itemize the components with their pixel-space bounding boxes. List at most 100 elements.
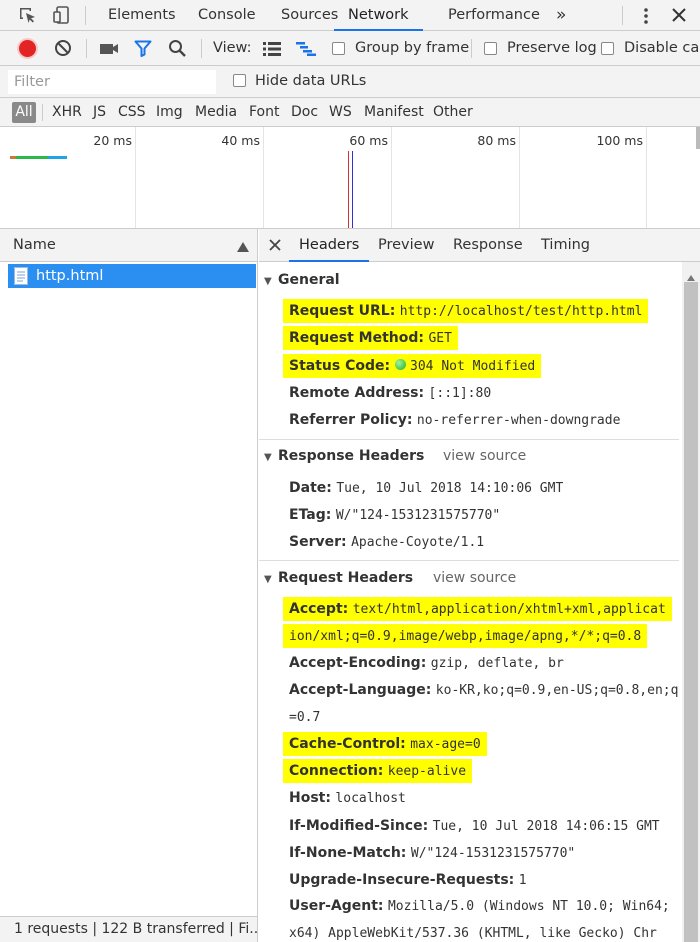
- header-key: Connection:: [289, 763, 384, 779]
- scroll-up-arrow-icon[interactable]: [687, 269, 695, 281]
- close-icon[interactable]: [671, 7, 687, 23]
- hide-data-urls-checkbox[interactable]: [233, 74, 246, 87]
- highlight-box: Connection: keep-alive: [283, 759, 473, 783]
- request-header-user-agent: User-Agent: Mozilla/5.0 (Windows NT 10.0…: [289, 897, 670, 916]
- header-value: =0.7: [289, 710, 321, 725]
- document-file-icon: [14, 267, 28, 285]
- view-label: View:: [213, 40, 252, 56]
- header-value: x64) AppleWebKit/537.36 (KHTML, like Gec…: [289, 926, 657, 941]
- request-row[interactable]: http.html: [8, 264, 256, 288]
- request-headers-title: Request Headers: [278, 570, 414, 586]
- tab-elements[interactable]: Elements: [108, 0, 176, 31]
- tab-performance[interactable]: Performance: [448, 0, 540, 31]
- tab-timing[interactable]: Timing: [541, 229, 590, 262]
- disable-cache-label: Disable cac: [624, 40, 700, 56]
- clear-icon[interactable]: [54, 39, 72, 57]
- overview-tick-label: 80 ms: [477, 133, 516, 148]
- request-headers-section-toggle[interactable]: ▼ Request Headers: [264, 570, 413, 586]
- resource-type-filters: All XHR JS CSS Img Media Font Doc WS Man…: [0, 98, 700, 127]
- kebab-menu-icon[interactable]: [640, 6, 652, 26]
- request-header-accept-language: Accept-Language: ko-KR,ko;q=0.9,en-US;q=…: [289, 681, 678, 700]
- details-scrollbar[interactable]: [682, 262, 700, 942]
- highlight-box: Request Method: GET: [283, 326, 458, 350]
- inspect-element-icon[interactable]: [18, 6, 38, 26]
- network-overview-timeline[interactable]: 20 ms 40 ms 60 ms 80 ms 100 ms: [0, 127, 700, 229]
- request-header-host: Host: localhost: [289, 789, 406, 808]
- header-key: ETag:: [289, 507, 332, 523]
- dom-content-loaded-marker: [352, 151, 353, 228]
- sort-ascending-icon[interactable]: [237, 240, 249, 252]
- tab-network[interactable]: Network: [334, 0, 423, 31]
- large-rows-icon[interactable]: [263, 42, 281, 56]
- header-value: 304 Not Modified: [410, 359, 536, 374]
- header-key: If-Modified-Since:: [289, 818, 429, 834]
- highlight-box: Cache-Control: max-age=0: [283, 732, 487, 756]
- header-key: Remote Address:: [289, 385, 425, 401]
- type-filter-other[interactable]: Other: [433, 98, 473, 127]
- general-section-title: General: [278, 272, 340, 288]
- header-key: Status Code:: [289, 358, 391, 374]
- header-value: http://localhost/test/http.html: [399, 304, 643, 319]
- type-filter-img[interactable]: Img: [156, 98, 183, 127]
- header-value: Tue, 10 Jul 2018 14:10:06 GMT: [336, 481, 564, 496]
- general-remote-address: Remote Address: [::1]:80: [289, 384, 491, 403]
- type-filter-ws[interactable]: WS: [329, 98, 352, 127]
- type-filter-doc[interactable]: Doc: [291, 98, 318, 127]
- type-filter-manifest[interactable]: Manifest: [364, 98, 424, 127]
- overview-tick-label: 60 ms: [349, 133, 388, 148]
- general-section-toggle[interactable]: ▼ General: [264, 272, 340, 288]
- group-by-frame-checkbox[interactable]: [332, 42, 345, 55]
- highlight-box: Request URL: http://localhost/test/http.…: [283, 299, 649, 323]
- general-status-code: Status Code: 304 Not Modified: [283, 354, 542, 378]
- tab-sources[interactable]: Sources: [281, 0, 338, 31]
- request-header-if-none-match: If-None-Match: W/"124-1531231575770": [289, 844, 575, 863]
- type-filter-font[interactable]: Font: [249, 98, 279, 127]
- screenshot-camera-icon[interactable]: [99, 41, 119, 56]
- general-referrer-policy: Referrer Policy: no-referrer-when-downgr…: [289, 411, 620, 430]
- type-filter-js[interactable]: JS: [93, 98, 106, 127]
- request-name: http.html: [36, 268, 104, 284]
- filter-icon[interactable]: [134, 40, 152, 57]
- name-column-header[interactable]: Name: [0, 229, 257, 262]
- header-value: ion/xml;q=0.9,image/webp,image/apng,*/*;…: [289, 629, 642, 644]
- response-header-server: Server: Apache-Coyote/1.1: [289, 533, 484, 552]
- header-key: Request Method:: [289, 330, 424, 346]
- requests-pane: Name http.html 1 requests | 122 B transf…: [0, 229, 258, 942]
- search-icon[interactable]: [168, 39, 187, 58]
- tab-preview[interactable]: Preview: [378, 229, 434, 262]
- type-filter-css[interactable]: CSS: [118, 98, 146, 127]
- header-key: User-Agent:: [289, 898, 384, 914]
- scrollbar-thumb[interactable]: [684, 282, 698, 942]
- header-key: Host:: [289, 790, 331, 806]
- response-view-source-link[interactable]: view source: [443, 448, 526, 464]
- more-tabs-button[interactable]: »: [556, 0, 566, 31]
- name-column-label: Name: [13, 237, 56, 253]
- filter-input[interactable]: [8, 70, 216, 94]
- type-filter-media[interactable]: Media: [195, 98, 237, 127]
- tab-response[interactable]: Response: [453, 229, 523, 262]
- request-header-cache-control: Cache-Control: max-age=0: [283, 732, 487, 756]
- overview-resize-handle[interactable]: [696, 127, 700, 149]
- header-key: Request URL:: [289, 303, 396, 319]
- header-value: localhost: [335, 791, 406, 806]
- overview-tick-label: 40 ms: [221, 133, 260, 148]
- device-toolbar-icon[interactable]: [52, 5, 72, 25]
- response-header-etag: ETag: W/"124-1531231575770": [289, 506, 500, 525]
- response-headers-section-toggle[interactable]: ▼ Response Headers: [264, 448, 424, 464]
- request-queue-bar: [10, 156, 16, 159]
- tab-headers[interactable]: Headers: [289, 229, 370, 262]
- header-value: 1: [518, 873, 527, 888]
- type-filter-xhr[interactable]: XHR: [52, 98, 82, 127]
- record-icon[interactable]: [19, 40, 36, 57]
- type-filter-all[interactable]: All: [12, 102, 36, 123]
- request-header-connection: Connection: keep-alive: [283, 759, 473, 783]
- waterfall-overview-icon[interactable]: [296, 42, 316, 56]
- request-view-source-link[interactable]: view source: [433, 570, 516, 586]
- disable-cache-checkbox[interactable]: [601, 42, 614, 55]
- preserve-log-checkbox[interactable]: [484, 42, 497, 55]
- header-value: keep-alive: [387, 764, 467, 779]
- hide-data-urls-label: Hide data URLs: [255, 73, 367, 89]
- tab-console[interactable]: Console: [198, 0, 256, 31]
- close-details-icon[interactable]: [269, 239, 281, 251]
- header-key: Date:: [289, 480, 332, 496]
